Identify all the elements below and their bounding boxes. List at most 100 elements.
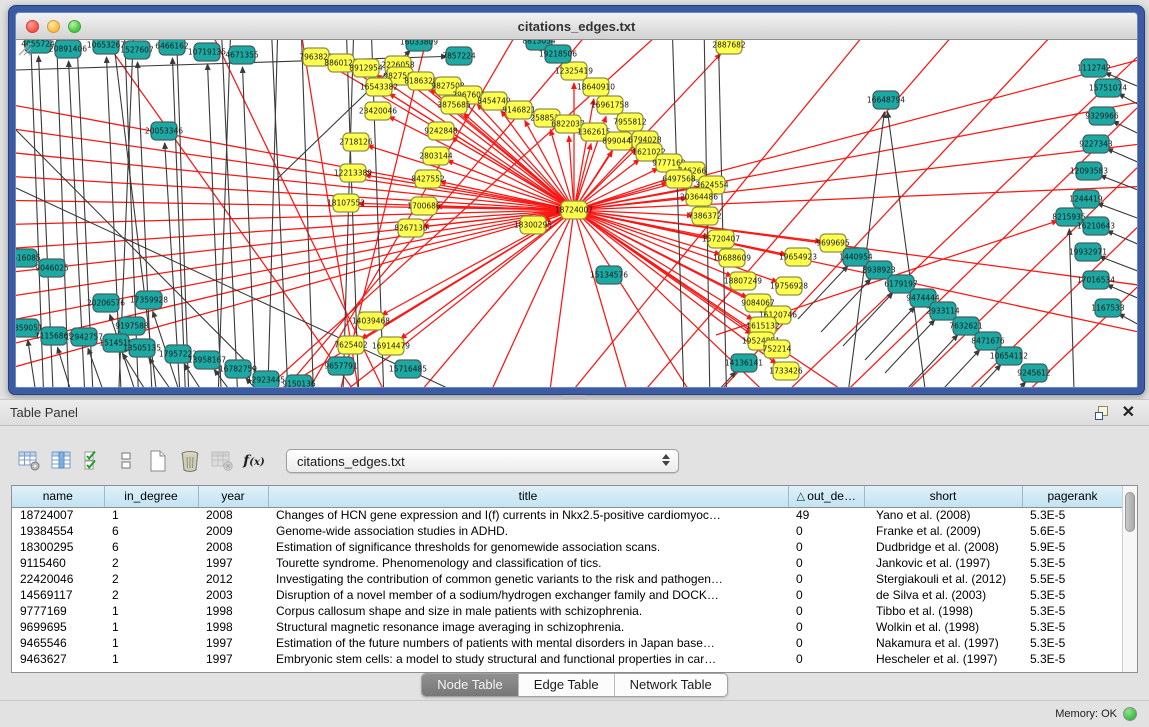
resize-grip[interactable] xyxy=(16,40,32,56)
graph-node[interactable]: 9150136 xyxy=(282,375,316,387)
graph-node[interactable]: 10719135 xyxy=(188,43,226,61)
graph-node[interactable]: 3875685 xyxy=(437,96,471,114)
graph-node[interactable]: 9245612 xyxy=(1017,364,1051,382)
cell-short: Hescheler et al. (1997) xyxy=(864,651,1022,667)
trash-icon[interactable] xyxy=(174,446,206,476)
column-header-out_degree[interactable]: △out_de… xyxy=(788,486,864,507)
table-row[interactable]: 1938455462009Genome-wide association stu… xyxy=(12,523,1122,539)
graph-node[interactable]: 2887682 xyxy=(712,40,746,54)
column-header-year[interactable]: year xyxy=(198,486,268,507)
row-selection-icon[interactable] xyxy=(78,446,110,476)
column-header-title[interactable]: title xyxy=(268,486,788,507)
table-row[interactable]: 1456911722003Disruption of a novel membe… xyxy=(12,587,1122,603)
float-panel-icon[interactable] xyxy=(1095,406,1110,420)
graph-node[interactable]: 19932971 xyxy=(1069,243,1107,261)
svg-text:8267130: 8267130 xyxy=(394,224,428,233)
tab-network-table[interactable]: Network Table xyxy=(615,674,727,696)
graph-node[interactable]: 20206576 xyxy=(87,294,125,312)
table-row[interactable]: 911546021997Tourette syndrome. Phenomeno… xyxy=(12,555,1122,571)
svg-text:16648794: 16648794 xyxy=(867,96,905,105)
graph-node[interactable]: 7386372 xyxy=(688,207,722,225)
graph-node[interactable]: 17359928 xyxy=(130,291,168,309)
zoom-window-button[interactable] xyxy=(68,20,81,33)
graph-node[interactable]: 14039468 xyxy=(352,312,390,330)
graph-node[interactable]: 2933114 xyxy=(926,302,960,320)
graph-node[interactable]: 19654923 xyxy=(779,248,817,266)
graph-node[interactable]: 9657791 xyxy=(324,357,358,375)
graph-node[interactable]: 16914479 xyxy=(372,337,410,355)
graph-node[interactable]: 9227343 xyxy=(1079,135,1113,153)
graph-node[interactable]: 1527607 xyxy=(120,41,154,59)
graph-node[interactable]: 15716485 xyxy=(389,360,427,378)
graph-node[interactable]: 9197588 xyxy=(115,317,149,335)
graph-node[interactable]: 1700686 xyxy=(407,197,441,215)
rows-icon[interactable] xyxy=(110,446,142,476)
graph-node[interactable]: 12093583 xyxy=(1070,162,1108,180)
graph-node[interactable]: 6497568 xyxy=(662,170,696,188)
svg-text:19932971: 19932971 xyxy=(1069,248,1107,257)
column-header-short[interactable]: short xyxy=(864,486,1022,507)
column-header-in_degree[interactable]: in_degree xyxy=(104,486,198,507)
scrollbar-thumb[interactable] xyxy=(1125,492,1135,532)
table-row[interactable]: 1872400712008Changes of HCN gene express… xyxy=(12,507,1122,523)
graph-node[interactable]: 9046025 xyxy=(35,259,69,277)
column-header-pagerank[interactable]: pagerank xyxy=(1022,486,1122,507)
graph-node[interactable]: 1167533 xyxy=(1091,299,1125,317)
graph-node[interactable]: 15134576 xyxy=(590,266,628,284)
graph-node[interactable]: 8427552 xyxy=(411,170,445,188)
table-row[interactable]: 969969511998Structural magnetic resonanc… xyxy=(12,619,1122,635)
graph-node[interactable]: 752214 xyxy=(763,340,792,358)
table-vertical-scrollbar[interactable] xyxy=(1122,486,1137,672)
graph-node[interactable]: 2803144 xyxy=(419,147,453,165)
close-panel-icon[interactable]: ✕ xyxy=(1122,406,1135,420)
table-row[interactable]: 2242004622012Investigating the contribut… xyxy=(12,571,1122,587)
graph-node[interactable]: 9329966 xyxy=(1085,107,1119,125)
graph-node[interactable]: 10688609 xyxy=(713,249,751,267)
svg-text:6179197: 6179197 xyxy=(884,280,918,289)
graph-node[interactable]: 2718126 xyxy=(339,133,373,151)
graph-node[interactable]: 8912954 xyxy=(349,59,383,77)
graph-node[interactable]: 7955812 xyxy=(613,113,647,131)
cell-title: Disruption of a novel member of a sodium… xyxy=(268,587,788,603)
table-row[interactable]: 1830029562008Estimation of significance … xyxy=(12,539,1122,555)
cell-year: 1997 xyxy=(198,651,268,667)
graph-node[interactable]: 1733426 xyxy=(769,362,803,380)
graph-node[interactable]: 9242848 xyxy=(424,122,458,140)
citation-graph[interactable]: 1872400779638228860128891295422260589827… xyxy=(16,40,1137,387)
table-settings-icon[interactable] xyxy=(14,446,46,476)
graph-node[interactable]: 7857224 xyxy=(442,47,476,65)
graph-node[interactable]: 1244419 xyxy=(1069,190,1103,208)
table-row[interactable]: 946362711997Embryonic stem cells: a mode… xyxy=(12,651,1122,667)
graph-node[interactable]: 15751074 xyxy=(1089,79,1127,97)
cell-name: 9699695 xyxy=(12,619,104,635)
graph-node[interactable]: 4671355 xyxy=(225,46,259,64)
new-file-icon[interactable] xyxy=(142,446,174,476)
column-visibility-icon[interactable] xyxy=(46,446,78,476)
graph-node[interactable]: 8267130 xyxy=(394,219,428,237)
function-builder-icon[interactable]: f(x) xyxy=(238,446,270,476)
close-window-button[interactable] xyxy=(26,20,39,33)
table-selector-dropdown[interactable]: citations_edges.txt xyxy=(286,449,679,473)
svg-text:4671355: 4671355 xyxy=(225,51,259,60)
graph-node[interactable]: 19756928 xyxy=(770,277,808,295)
graph-node[interactable]: 20053346 xyxy=(145,122,183,140)
graph-node[interactable]: 6466162 xyxy=(155,40,189,55)
svg-text:16914479: 16914479 xyxy=(372,342,410,351)
graph-node[interactable]: 16961758 xyxy=(591,96,629,114)
window-titlebar[interactable]: citations_edges.txt xyxy=(16,13,1137,40)
table-row[interactable]: 977716911998Corpus callosum shape and si… xyxy=(12,603,1122,619)
cell-in_degree: 1 xyxy=(104,619,198,635)
graph-node[interactable]: 14136141 xyxy=(725,354,763,372)
minimize-window-button[interactable] xyxy=(47,20,60,33)
network-canvas[interactable]: 1872400779638228860128891295422260589827… xyxy=(16,40,1137,387)
graph-node[interactable]: 7625402 xyxy=(334,336,368,354)
tab-edge-table[interactable]: Edge Table xyxy=(519,674,615,696)
graph-node[interactable]: 1112742 xyxy=(1077,59,1111,77)
column-header-name[interactable]: name xyxy=(12,486,104,507)
table-row[interactable]: 946554611997Estimation of the future num… xyxy=(12,635,1122,651)
graph-node[interactable]: 16033809 xyxy=(400,40,438,51)
graph-node[interactable]: 16648794 xyxy=(867,91,905,109)
graph-node[interactable]: 18640910 xyxy=(577,78,615,96)
cell-out_degree: 49 xyxy=(788,507,864,523)
tab-node-table[interactable]: Node Table xyxy=(422,674,519,696)
